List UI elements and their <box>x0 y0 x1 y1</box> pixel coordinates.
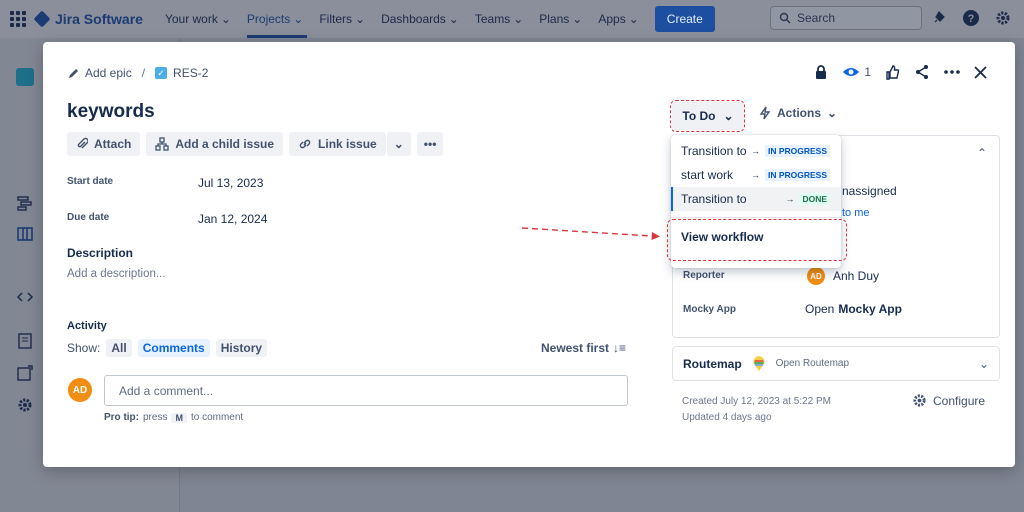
annotation-arrow <box>521 227 660 240</box>
